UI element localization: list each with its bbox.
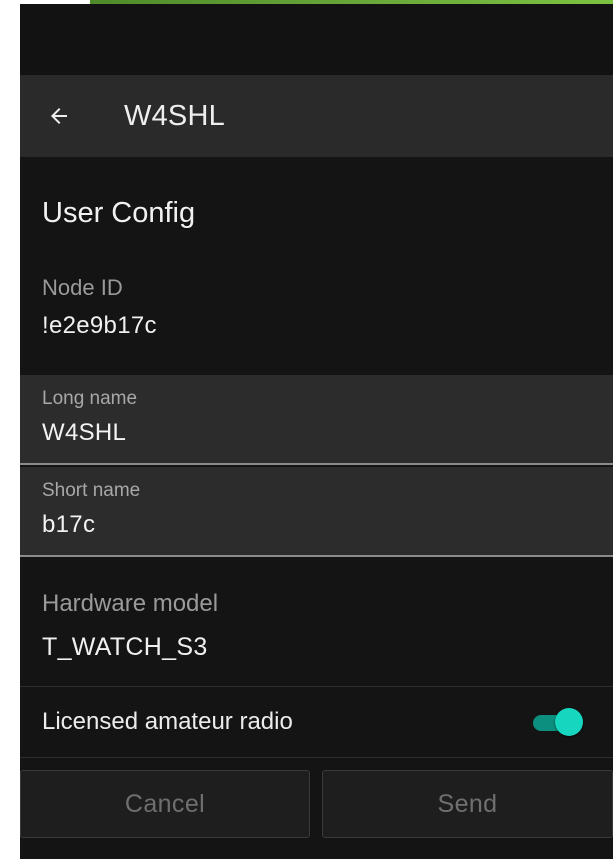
action-buttons: Cancel Send (20, 758, 613, 838)
long-name-input[interactable]: Long name W4SHL (20, 375, 613, 465)
section-title: User Config (42, 197, 196, 229)
arrow-left-icon (51, 108, 67, 124)
licensed-amateur-radio-switch[interactable] (533, 707, 583, 737)
long-name-value: W4SHL (42, 419, 127, 446)
app-bar: W4SHL (20, 75, 613, 157)
switch-thumb (555, 708, 583, 736)
hardware-model-field: Hardware model T_WATCH_S3 (20, 559, 613, 687)
node-id-field: Node ID !e2e9b17c (20, 269, 613, 375)
status-bar-area (20, 4, 613, 75)
send-button[interactable]: Send (322, 770, 613, 838)
phone-screen: W4SHL User Config Node ID !e2e9b17c Long… (20, 4, 613, 859)
screenshot-stage: W4SHL User Config Node ID !e2e9b17c Long… (0, 0, 613, 859)
short-name-label: Short name (42, 480, 141, 501)
node-id-value: !e2e9b17c (42, 312, 157, 339)
short-name-input[interactable]: Short name b17c (20, 467, 613, 557)
licensed-amateur-radio-label: Licensed amateur radio (42, 708, 293, 735)
licensed-amateur-radio-row: Licensed amateur radio (20, 687, 613, 758)
node-id-label: Node ID (42, 275, 123, 300)
cancel-button[interactable]: Cancel (20, 770, 310, 838)
back-button[interactable] (42, 99, 76, 133)
long-name-label: Long name (42, 388, 138, 409)
hardware-model-value: T_WATCH_S3 (42, 633, 208, 661)
hardware-model-label: Hardware model (42, 590, 219, 617)
short-name-value: b17c (42, 511, 96, 538)
app-bar-title: W4SHL (124, 99, 225, 132)
